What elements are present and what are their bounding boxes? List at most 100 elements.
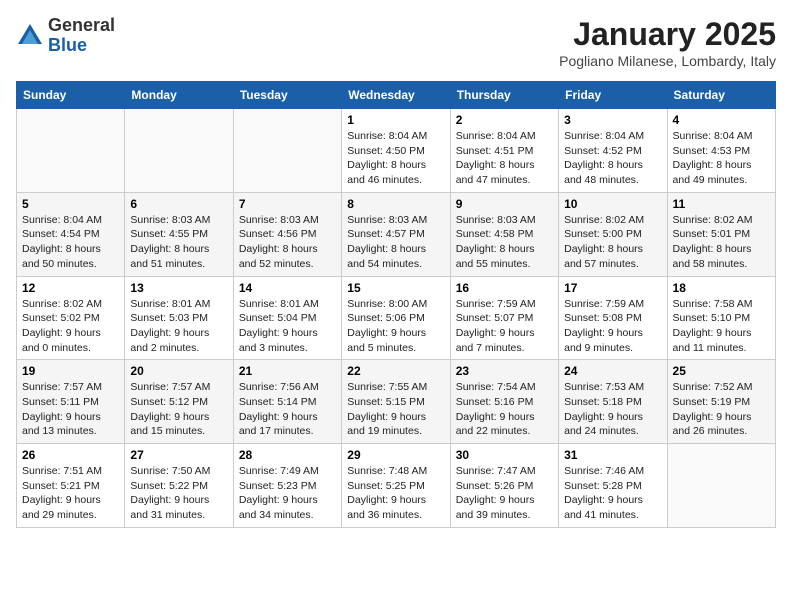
day-number: 12 (22, 281, 119, 295)
day-number: 14 (239, 281, 336, 295)
day-number: 11 (673, 197, 770, 211)
day-info: Sunrise: 8:02 AM Sunset: 5:00 PM Dayligh… (564, 213, 661, 272)
day-info: Sunrise: 8:03 AM Sunset: 4:56 PM Dayligh… (239, 213, 336, 272)
day-info: Sunrise: 8:02 AM Sunset: 5:01 PM Dayligh… (673, 213, 770, 272)
logo-text: General Blue (48, 16, 115, 56)
calendar-cell: 17 Sunrise: 7:59 AM Sunset: 5:08 PM Dayli… (559, 276, 667, 360)
calendar-body: 1 Sunrise: 8:04 AM Sunset: 4:50 PM Daylig… (17, 109, 776, 528)
week-row-4: 19 Sunrise: 7:57 AM Sunset: 5:11 PM Dayli… (17, 360, 776, 444)
day-info: Sunrise: 7:50 AM Sunset: 5:22 PM Dayligh… (130, 464, 227, 523)
calendar-cell: 3Sunrise: 8:04 AM Sunset: 4:52 PM Daylig… (559, 109, 667, 193)
day-info: Sunrise: 7:57 AM Sunset: 5:11 PM Dayligh… (22, 380, 119, 439)
day-number: 29 (347, 448, 444, 462)
calendar-cell: 2 Sunrise: 8:04 AM Sunset: 4:51 PM Daylig… (450, 109, 558, 193)
calendar-cell: 22 Sunrise: 7:55 AM Sunset: 5:15 PM Dayli… (342, 360, 450, 444)
day-number: 27 (130, 448, 227, 462)
calendar-cell: 11 Sunrise: 8:02 AM Sunset: 5:01 PM Dayli… (667, 192, 775, 276)
day-info: Sunrise: 8:02 AM Sunset: 5:02 PM Dayligh… (22, 297, 119, 356)
day-info: Sunrise: 7:53 AM Sunset: 5:18 PM Dayligh… (564, 380, 661, 439)
day-number: 18 (673, 281, 770, 295)
calendar-cell: 27 Sunrise: 7:50 AM Sunset: 5:22 PM Dayli… (125, 444, 233, 528)
day-info: Sunrise: 8:00 AM Sunset: 5:06 PM Dayligh… (347, 297, 444, 356)
day-number: 10 (564, 197, 661, 211)
day-info: Sunrise: 8:01 AM Sunset: 5:03 PM Dayligh… (130, 297, 227, 356)
day-info: Sunrise: 7:57 AM Sunset: 5:12 PM Dayligh… (130, 380, 227, 439)
calendar-cell (233, 109, 341, 193)
day-info: Sunrise: 7:52 AM Sunset: 5:19 PM Dayligh… (673, 380, 770, 439)
day-info: Sunrise: 8:01 AM Sunset: 5:04 PM Dayligh… (239, 297, 336, 356)
day-info: Sunrise: 7:55 AM Sunset: 5:15 PM Dayligh… (347, 380, 444, 439)
day-number: 13 (130, 281, 227, 295)
calendar-cell: 6 Sunrise: 8:03 AM Sunset: 4:55 PM Daylig… (125, 192, 233, 276)
calendar-cell: 26 Sunrise: 7:51 AM Sunset: 5:21 PM Dayli… (17, 444, 125, 528)
day-number: 7 (239, 197, 336, 211)
calendar-cell: 16Sunrise: 7:59 AM Sunset: 5:07 PM Dayli… (450, 276, 558, 360)
weekday-saturday: Saturday (667, 82, 775, 109)
day-info: Sunrise: 7:58 AM Sunset: 5:10 PM Dayligh… (673, 297, 770, 356)
calendar-cell: 9 Sunrise: 8:03 AM Sunset: 4:58 PM Daylig… (450, 192, 558, 276)
weekday-wednesday: Wednesday (342, 82, 450, 109)
day-number: 5 (22, 197, 119, 211)
day-number: 6 (130, 197, 227, 211)
calendar-cell: 20Sunrise: 7:57 AM Sunset: 5:12 PM Dayli… (125, 360, 233, 444)
day-info: Sunrise: 8:03 AM Sunset: 4:57 PM Dayligh… (347, 213, 444, 272)
weekday-friday: Friday (559, 82, 667, 109)
calendar-cell: 18 Sunrise: 7:58 AM Sunset: 5:10 PM Dayli… (667, 276, 775, 360)
day-info: Sunrise: 7:59 AM Sunset: 5:08 PM Dayligh… (564, 297, 661, 356)
day-info: Sunrise: 7:47 AM Sunset: 5:26 PM Dayligh… (456, 464, 553, 523)
day-info: Sunrise: 8:03 AM Sunset: 4:58 PM Dayligh… (456, 213, 553, 272)
calendar-cell: 8Sunrise: 8:03 AM Sunset: 4:57 PM Daylig… (342, 192, 450, 276)
day-info: Sunrise: 8:04 AM Sunset: 4:50 PM Dayligh… (347, 129, 444, 188)
day-info: Sunrise: 8:03 AM Sunset: 4:55 PM Dayligh… (130, 213, 227, 272)
day-number: 4 (673, 113, 770, 127)
day-number: 22 (347, 364, 444, 378)
day-number: 25 (673, 364, 770, 378)
calendar-cell: 31Sunrise: 7:46 AM Sunset: 5:28 PM Dayli… (559, 444, 667, 528)
day-info: Sunrise: 7:49 AM Sunset: 5:23 PM Dayligh… (239, 464, 336, 523)
day-number: 21 (239, 364, 336, 378)
calendar-cell: 30 Sunrise: 7:47 AM Sunset: 5:26 PM Dayli… (450, 444, 558, 528)
day-number: 9 (456, 197, 553, 211)
day-number: 3 (564, 113, 661, 127)
day-number: 19 (22, 364, 119, 378)
calendar-cell: 14 Sunrise: 8:01 AM Sunset: 5:04 PM Dayli… (233, 276, 341, 360)
day-number: 26 (22, 448, 119, 462)
week-row-1: 1 Sunrise: 8:04 AM Sunset: 4:50 PM Daylig… (17, 109, 776, 193)
day-number: 16 (456, 281, 553, 295)
day-info: Sunrise: 8:04 AM Sunset: 4:53 PM Dayligh… (673, 129, 770, 188)
day-info: Sunrise: 7:46 AM Sunset: 5:28 PM Dayligh… (564, 464, 661, 523)
day-info: Sunrise: 7:48 AM Sunset: 5:25 PM Dayligh… (347, 464, 444, 523)
day-number: 1 (347, 113, 444, 127)
weekday-sunday: Sunday (17, 82, 125, 109)
calendar-cell (667, 444, 775, 528)
calendar-cell: 12 Sunrise: 8:02 AM Sunset: 5:02 PM Dayli… (17, 276, 125, 360)
calendar-cell: 29 Sunrise: 7:48 AM Sunset: 5:25 PM Dayli… (342, 444, 450, 528)
calendar-cell: 25 Sunrise: 7:52 AM Sunset: 5:19 PM Dayli… (667, 360, 775, 444)
page-header: General Blue January 2025 Pogliano Milan… (16, 16, 776, 69)
day-number: 30 (456, 448, 553, 462)
week-row-5: 26 Sunrise: 7:51 AM Sunset: 5:21 PM Dayli… (17, 444, 776, 528)
calendar-cell: 4 Sunrise: 8:04 AM Sunset: 4:53 PM Daylig… (667, 109, 775, 193)
calendar-cell: 15 Sunrise: 8:00 AM Sunset: 5:06 PM Dayli… (342, 276, 450, 360)
calendar-cell: 21Sunrise: 7:56 AM Sunset: 5:14 PM Dayli… (233, 360, 341, 444)
calendar-cell: 19 Sunrise: 7:57 AM Sunset: 5:11 PM Dayli… (17, 360, 125, 444)
title-block: January 2025 Pogliano Milanese, Lombardy… (559, 16, 776, 69)
week-row-3: 12 Sunrise: 8:02 AM Sunset: 5:02 PM Dayli… (17, 276, 776, 360)
weekday-thursday: Thursday (450, 82, 558, 109)
calendar-cell: 5 Sunrise: 8:04 AM Sunset: 4:54 PM Daylig… (17, 192, 125, 276)
day-info: Sunrise: 8:04 AM Sunset: 4:51 PM Dayligh… (456, 129, 553, 188)
day-info: Sunrise: 7:51 AM Sunset: 5:21 PM Dayligh… (22, 464, 119, 523)
day-number: 23 (456, 364, 553, 378)
day-number: 17 (564, 281, 661, 295)
logo-icon (16, 22, 44, 50)
calendar-cell: 24Sunrise: 7:53 AM Sunset: 5:18 PM Dayli… (559, 360, 667, 444)
calendar-cell: 1 Sunrise: 8:04 AM Sunset: 4:50 PM Daylig… (342, 109, 450, 193)
day-number: 2 (456, 113, 553, 127)
day-info: Sunrise: 7:54 AM Sunset: 5:16 PM Dayligh… (456, 380, 553, 439)
calendar-cell (17, 109, 125, 193)
day-number: 15 (347, 281, 444, 295)
location: Pogliano Milanese, Lombardy, Italy (559, 53, 776, 69)
weekday-header: SundayMondayTuesdayWednesdayThursdayFrid… (17, 82, 776, 109)
day-info: Sunrise: 8:04 AM Sunset: 4:54 PM Dayligh… (22, 213, 119, 272)
calendar-cell: 7 Sunrise: 8:03 AM Sunset: 4:56 PM Daylig… (233, 192, 341, 276)
